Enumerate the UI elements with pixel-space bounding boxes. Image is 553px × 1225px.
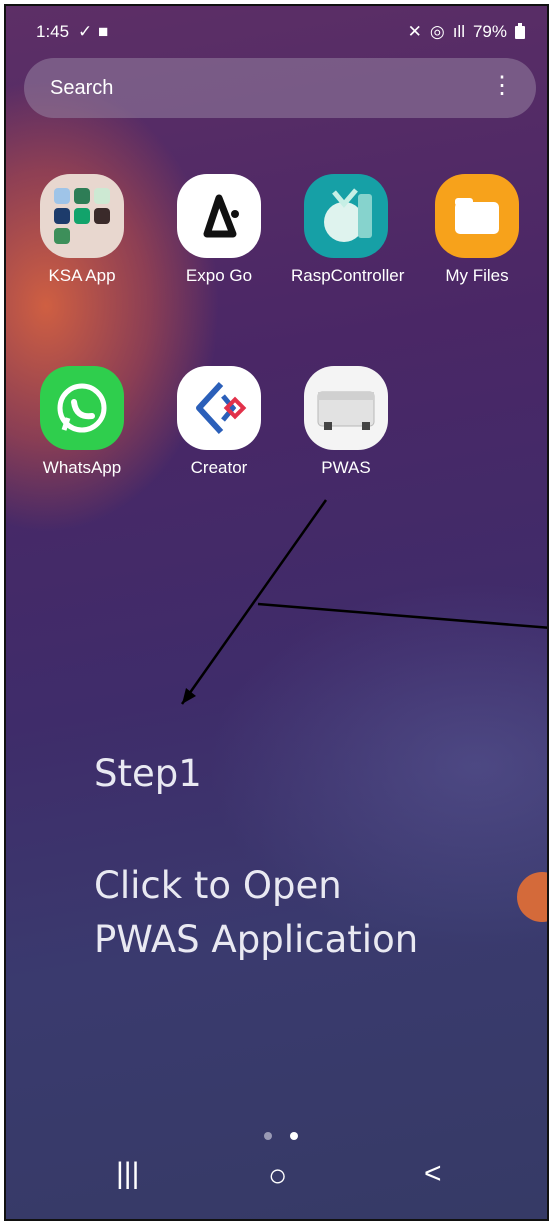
step-line-2: PWAS Application xyxy=(94,918,419,961)
recents-icon[interactable]: ||| xyxy=(116,1157,139,1191)
home-icon[interactable]: ○ xyxy=(268,1157,287,1194)
step-title: Step1 xyxy=(94,752,202,795)
step-line-1: Click to Open xyxy=(94,864,342,907)
back-icon[interactable]: < xyxy=(424,1157,442,1191)
navigation-bar: ||| ○ < xyxy=(6,1139,547,1219)
home-screen: 1:45 ✓ ■ ✕ ◎ ıll 79% Search ⋮ KSA App Ex… xyxy=(4,4,549,1221)
annotation-arrow xyxy=(180,499,547,705)
